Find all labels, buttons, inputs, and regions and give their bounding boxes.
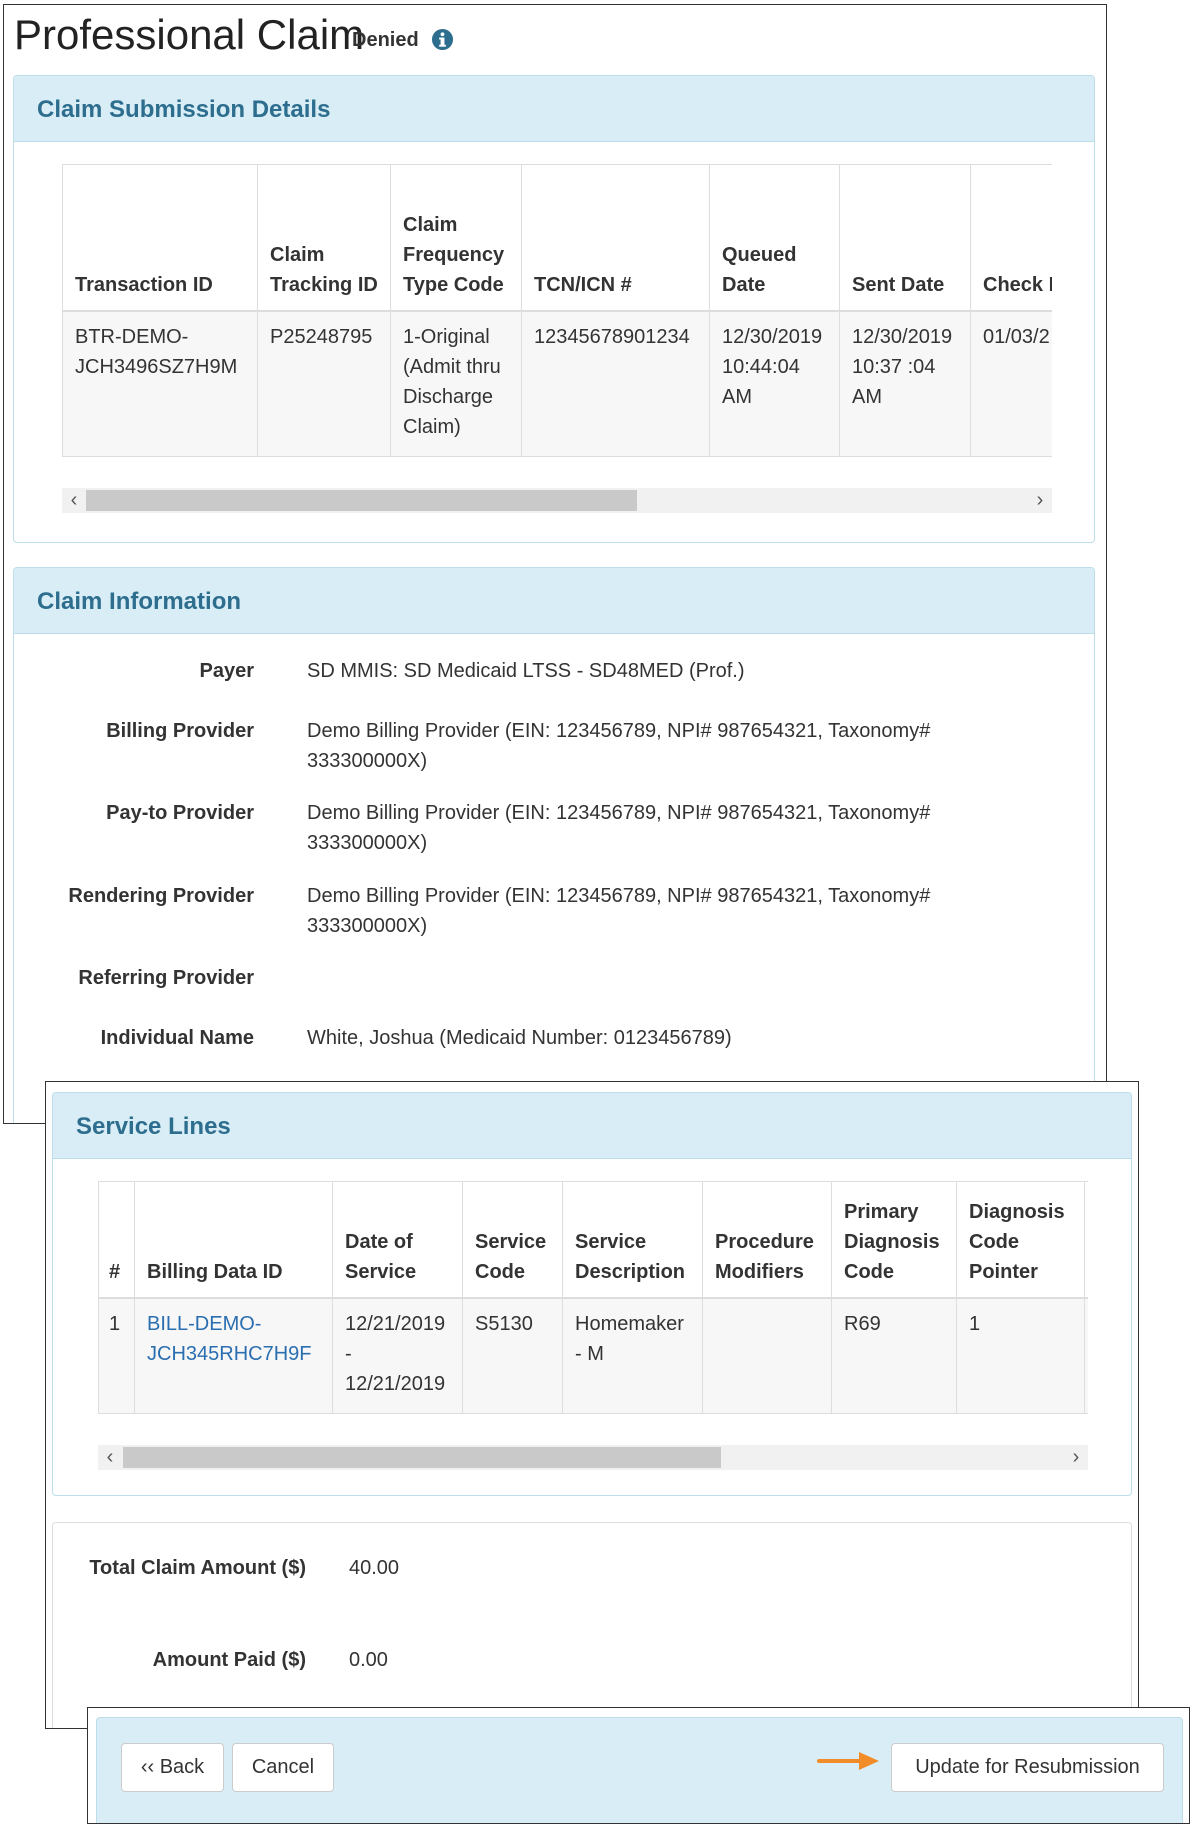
panel-title: Claim Submission Details xyxy=(37,96,331,123)
field-value-individual-name: White, Joshua (Medicaid Number: 01234567… xyxy=(307,1027,732,1049)
field-value-billing-provider: Demo Billing Provider (EIN: 123456789, N… xyxy=(307,720,931,772)
amount-paid-label: Amount Paid ($) xyxy=(152,1649,306,1671)
service-lines-screenshot: Service Lines # Billing Data ID Date of … xyxy=(45,1081,1139,1729)
column-header-sent-date: Sent Date xyxy=(839,164,971,312)
chevron-left-icon[interactable]: ‹ xyxy=(62,488,86,513)
submission-table-viewport: Transaction ID Claim Tracking ID Claim F… xyxy=(62,164,1052,460)
update-for-resubmission-button[interactable]: Update for Resubmission xyxy=(891,1743,1164,1792)
claim-details-screenshot: Professional Claim Denied Claim Submissi… xyxy=(3,4,1107,1124)
submission-table: Transaction ID Claim Tracking ID Claim F… xyxy=(62,164,1052,457)
cell-service-description: Homemaker - M xyxy=(562,1297,703,1414)
column-header-transaction-id: Transaction ID xyxy=(62,164,258,312)
column-header-frequency-type-code: Claim Frequency Type Code xyxy=(390,164,522,312)
field-label-billing-provider: Billing Provider xyxy=(106,720,254,742)
table-row: 1 BILL-DEMO-JCH345RHC7H9F 12/21/2019 - 1… xyxy=(98,1297,1088,1414)
column-header-claim-tracking-id: Claim Tracking ID xyxy=(257,164,391,312)
service-lines-table-viewport: # Billing Data ID Date of Service Servic… xyxy=(98,1181,1088,1415)
table-row: BTR-DEMO-JCH3496SZ7H9M P25248795 1-Origi… xyxy=(62,310,1052,457)
panel-heading: Claim Submission Details xyxy=(14,76,1094,142)
back-button[interactable]: ‹‹ Back xyxy=(121,1743,224,1792)
cell-claim-tracking-id: P25248795 xyxy=(257,310,391,457)
action-bar-screenshot: ‹‹ Back Cancel Update for Resubmission xyxy=(87,1707,1190,1824)
field-label-rendering-provider: Rendering Provider xyxy=(68,885,254,907)
column-header-billing-data-id: Billing Data ID xyxy=(134,1181,333,1299)
cell-billing-data-id: BILL-DEMO-JCH345RHC7H9F xyxy=(134,1297,333,1414)
cell-primary-diagnosis-code: R69 xyxy=(831,1297,957,1414)
column-header-line-number: # xyxy=(98,1181,135,1299)
page-title: Professional Claim xyxy=(14,11,365,58)
field-label-individual-name: Individual Name xyxy=(100,1027,254,1049)
cell-frequency-type-code: 1-Original (Admit thru Discharge Claim) xyxy=(390,310,522,457)
column-header-overflow xyxy=(1084,1181,1088,1299)
cell-tcn-icn: 12345678901234 xyxy=(521,310,710,457)
total-claim-amount-value: 40.00 xyxy=(349,1557,400,1579)
field-value-rendering-provider: Demo Billing Provider (EIN: 123456789, N… xyxy=(307,885,931,937)
field-label-pay-to-provider: Pay-to Provider xyxy=(106,802,254,824)
column-header-diagnosis-code-pointer: Diagnosis Code Pointer xyxy=(956,1181,1085,1299)
chevron-left-icon[interactable]: ‹ xyxy=(98,1445,122,1470)
service-lines-panel: Service Lines # Billing Data ID Date of … xyxy=(52,1092,1132,1496)
amount-paid-value: 0.00 xyxy=(349,1649,388,1671)
cell-line-number: 1 xyxy=(98,1297,135,1414)
column-header-queued-date: Queued Date xyxy=(709,164,840,312)
claim-submission-panel: Claim Submission Details Transaction ID … xyxy=(13,75,1095,543)
cell-sent-date: 12/30/2019 10:37 :04 AM xyxy=(839,310,971,457)
cell-overflow xyxy=(1084,1297,1088,1414)
field-label-referring-provider: Referring Provider xyxy=(78,967,254,989)
horizontal-scrollbar[interactable]: ‹ › xyxy=(62,488,1052,513)
scrollbar-thumb[interactable] xyxy=(123,1447,721,1468)
info-icon[interactable] xyxy=(431,28,454,51)
arrow-right-icon xyxy=(817,1752,879,1770)
field-label-payer: Payer xyxy=(199,660,255,682)
field-value-pay-to-provider: Demo Billing Provider (EIN: 123456789, N… xyxy=(307,802,931,854)
cancel-button[interactable]: Cancel xyxy=(232,1743,334,1792)
chevron-right-icon[interactable]: › xyxy=(1028,488,1052,513)
action-bar-panel: ‹‹ Back Cancel Update for Resubmission xyxy=(96,1717,1183,1823)
panel-heading: Claim Information xyxy=(14,568,1094,634)
cell-queued-date: 12/30/2019 10:44:04 AM xyxy=(709,310,840,457)
total-claim-amount-label: Total Claim Amount ($) xyxy=(89,1557,306,1579)
billing-data-id-link[interactable]: BILL-DEMO-JCH345RHC7H9F xyxy=(147,1313,312,1365)
chevron-right-icon[interactable]: › xyxy=(1064,1445,1088,1470)
column-header-primary-diagnosis-code: Primary Diagnosis Code xyxy=(831,1181,957,1299)
status-badge: Denied xyxy=(352,29,419,51)
column-header-date-of-service: Date of Service xyxy=(332,1181,463,1299)
column-header-service-code: Service Code xyxy=(462,1181,563,1299)
cell-diagnosis-code-pointer: 1 xyxy=(956,1297,1085,1414)
cell-date-of-service: 12/21/2019 - 12/21/2019 xyxy=(332,1297,463,1414)
column-header-check-issue-date: Check Issue Date xyxy=(970,164,1052,312)
service-lines-table: # Billing Data ID Date of Service Servic… xyxy=(98,1181,1088,1414)
column-header-service-description: Service Description xyxy=(562,1181,703,1299)
cell-transaction-id: BTR-DEMO-JCH3496SZ7H9M xyxy=(62,310,258,457)
scrollbar-thumb[interactable] xyxy=(86,490,637,511)
panel-title: Claim Information xyxy=(37,588,242,615)
field-value-payer: SD MMIS: SD Medicaid LTSS - SD48MED (Pro… xyxy=(307,660,745,682)
cell-check-issue-date: 01/03/2 xyxy=(970,310,1052,457)
claim-totals-panel: Total Claim Amount ($) 40.00 Amount Paid… xyxy=(52,1522,1132,1728)
panel-title: Service Lines xyxy=(76,1113,231,1140)
column-header-procedure-modifiers: Procedure Modifiers xyxy=(702,1181,832,1299)
cell-procedure-modifiers xyxy=(702,1297,832,1414)
panel-heading: Service Lines xyxy=(53,1093,1131,1159)
cell-service-code: S5130 xyxy=(462,1297,563,1414)
claim-information-panel: Claim Information Payer SD MMIS: SD Medi… xyxy=(13,567,1095,1123)
horizontal-scrollbar[interactable]: ‹ › xyxy=(98,1445,1088,1470)
column-header-tcn-icn: TCN/ICN # xyxy=(521,164,710,312)
